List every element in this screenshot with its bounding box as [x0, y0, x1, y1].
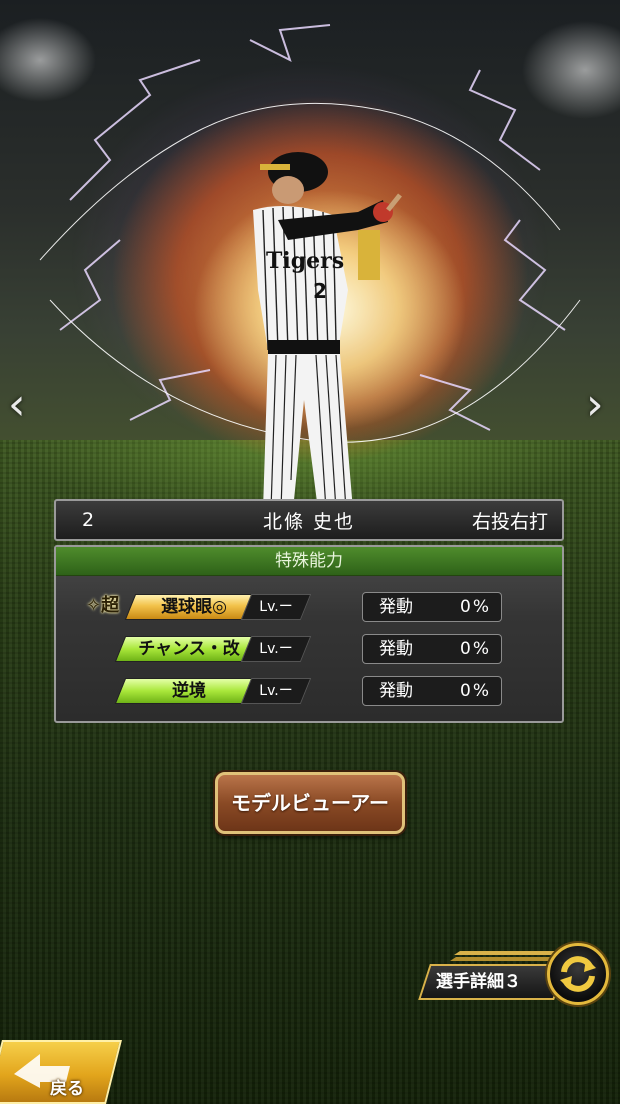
activation-box: 発動 0% [362, 634, 502, 664]
uniform-number: 2 [313, 279, 327, 303]
level-text: Lv.ー [259, 641, 293, 657]
super-prefix: ✧超 [86, 595, 120, 616]
activation-label: 発動 [379, 681, 413, 701]
next-player-chevron-right-icon[interactable]: › [586, 383, 612, 429]
ability-row[interactable]: ✧超 選球眼◎ Lv.ー 発動 0% [56, 592, 562, 622]
player-image: Tigers 2 [253, 152, 402, 510]
skill-name: 選球眼◎ [161, 597, 227, 617]
special-abilities-panel: 特殊能力 ✧超 選球眼◎ Lv.ー 発動 0% チャンス・改 Lv.ー 発動 0… [54, 545, 564, 723]
activation-value: 0% [460, 639, 491, 659]
cycle-arrows-glyph [560, 956, 596, 992]
level-text: Lv.ー [259, 683, 293, 699]
cycle-arrows-icon[interactable] [547, 943, 609, 1005]
panel-title: 特殊能力 [56, 547, 562, 576]
skill-name: 逆境 [172, 681, 206, 701]
player-name-bar: 2 北條 史也 右投右打 [54, 499, 564, 541]
model-viewer-button[interactable]: モデルビューアー [215, 772, 405, 834]
activation-label: 発動 [379, 639, 413, 659]
uniform-logo: Tigers [266, 248, 344, 274]
skill-name: チャンス・改 [138, 639, 240, 659]
ability-row[interactable]: チャンス・改 Lv.ー 発動 0% [56, 634, 562, 664]
detail-stripes-decoration [450, 951, 562, 961]
ability-row[interactable]: 逆境 Lv.ー 発動 0% [56, 676, 562, 706]
activation-box: 発動 0% [362, 676, 502, 706]
level-text: Lv.ー [259, 599, 293, 615]
activation-label: 発動 [379, 597, 413, 617]
activation-value: 0% [460, 597, 491, 617]
player-handedness: 右投右打 [471, 510, 548, 533]
activation-box: 発動 0% [362, 592, 502, 622]
player-detail-label: 選手詳細３ [436, 972, 521, 992]
back-label: 戻る [50, 1079, 84, 1099]
activation-value: 0% [460, 681, 491, 701]
prev-player-chevron-left-icon[interactable]: ‹ [8, 383, 34, 429]
